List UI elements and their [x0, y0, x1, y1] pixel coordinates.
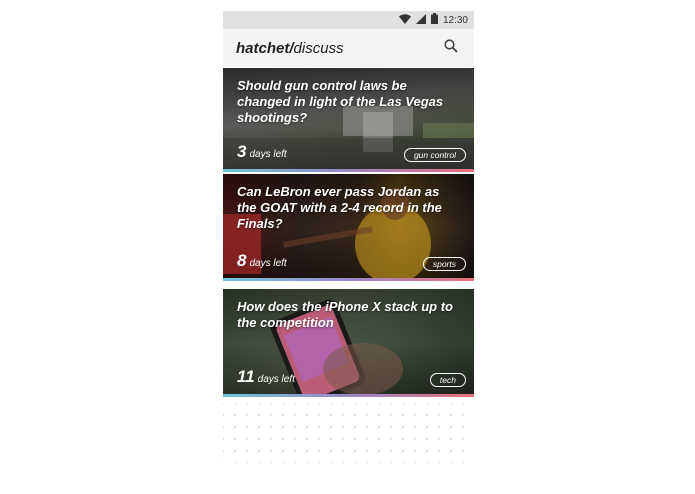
brand-bold: hatchet: [236, 39, 290, 57]
days-left-number: 8: [237, 251, 247, 270]
discussion-card-gun-control[interactable]: Should gun control laws be changed in li…: [223, 68, 474, 172]
wifi-icon: [398, 11, 411, 29]
card-title: How does the iPhone X stack up to the co…: [237, 299, 453, 330]
topic-tag[interactable]: sports: [422, 257, 466, 271]
card-title: Should gun control laws be changed in li…: [237, 78, 444, 125]
card-title: Can LeBron ever pass Jordan as the GOAT …: [237, 184, 442, 231]
discussion-card-tech[interactable]: How does the iPhone X stack up to the co…: [223, 289, 474, 397]
phone-frame: 12:30 hatchet/discuss Should gun control…: [223, 11, 474, 463]
days-left-label: days left: [257, 374, 295, 385]
topic-tag[interactable]: tech: [429, 373, 466, 387]
days-left: 8 days left: [237, 251, 287, 271]
search-icon: [444, 38, 458, 58]
status-time: 12:30: [442, 14, 468, 26]
card-accent-stripe: [223, 394, 474, 397]
days-left-number: 3: [237, 142, 247, 161]
days-left-number: 11: [237, 367, 255, 386]
topic-tag[interactable]: gun control: [403, 148, 466, 162]
app-bar: hatchet/discuss: [223, 29, 474, 67]
days-left-label: days left: [249, 149, 287, 160]
search-button[interactable]: [441, 38, 461, 58]
status-bar: 12:30: [223, 11, 474, 29]
days-left-label: days left: [249, 258, 287, 269]
app-title: hatchet/discuss: [236, 40, 441, 57]
battery-icon: [430, 11, 438, 29]
card-accent-stripe: [223, 169, 474, 172]
discussion-card-sports[interactable]: Can LeBron ever pass Jordan as the GOAT …: [223, 174, 474, 281]
signal-icon: [415, 11, 426, 29]
days-left: 3 days left: [237, 142, 287, 162]
brand-light: discuss: [293, 39, 344, 57]
days-left: 11 days left: [237, 367, 295, 387]
empty-area-dot-grid: [223, 403, 474, 463]
card-accent-stripe: [223, 278, 474, 281]
